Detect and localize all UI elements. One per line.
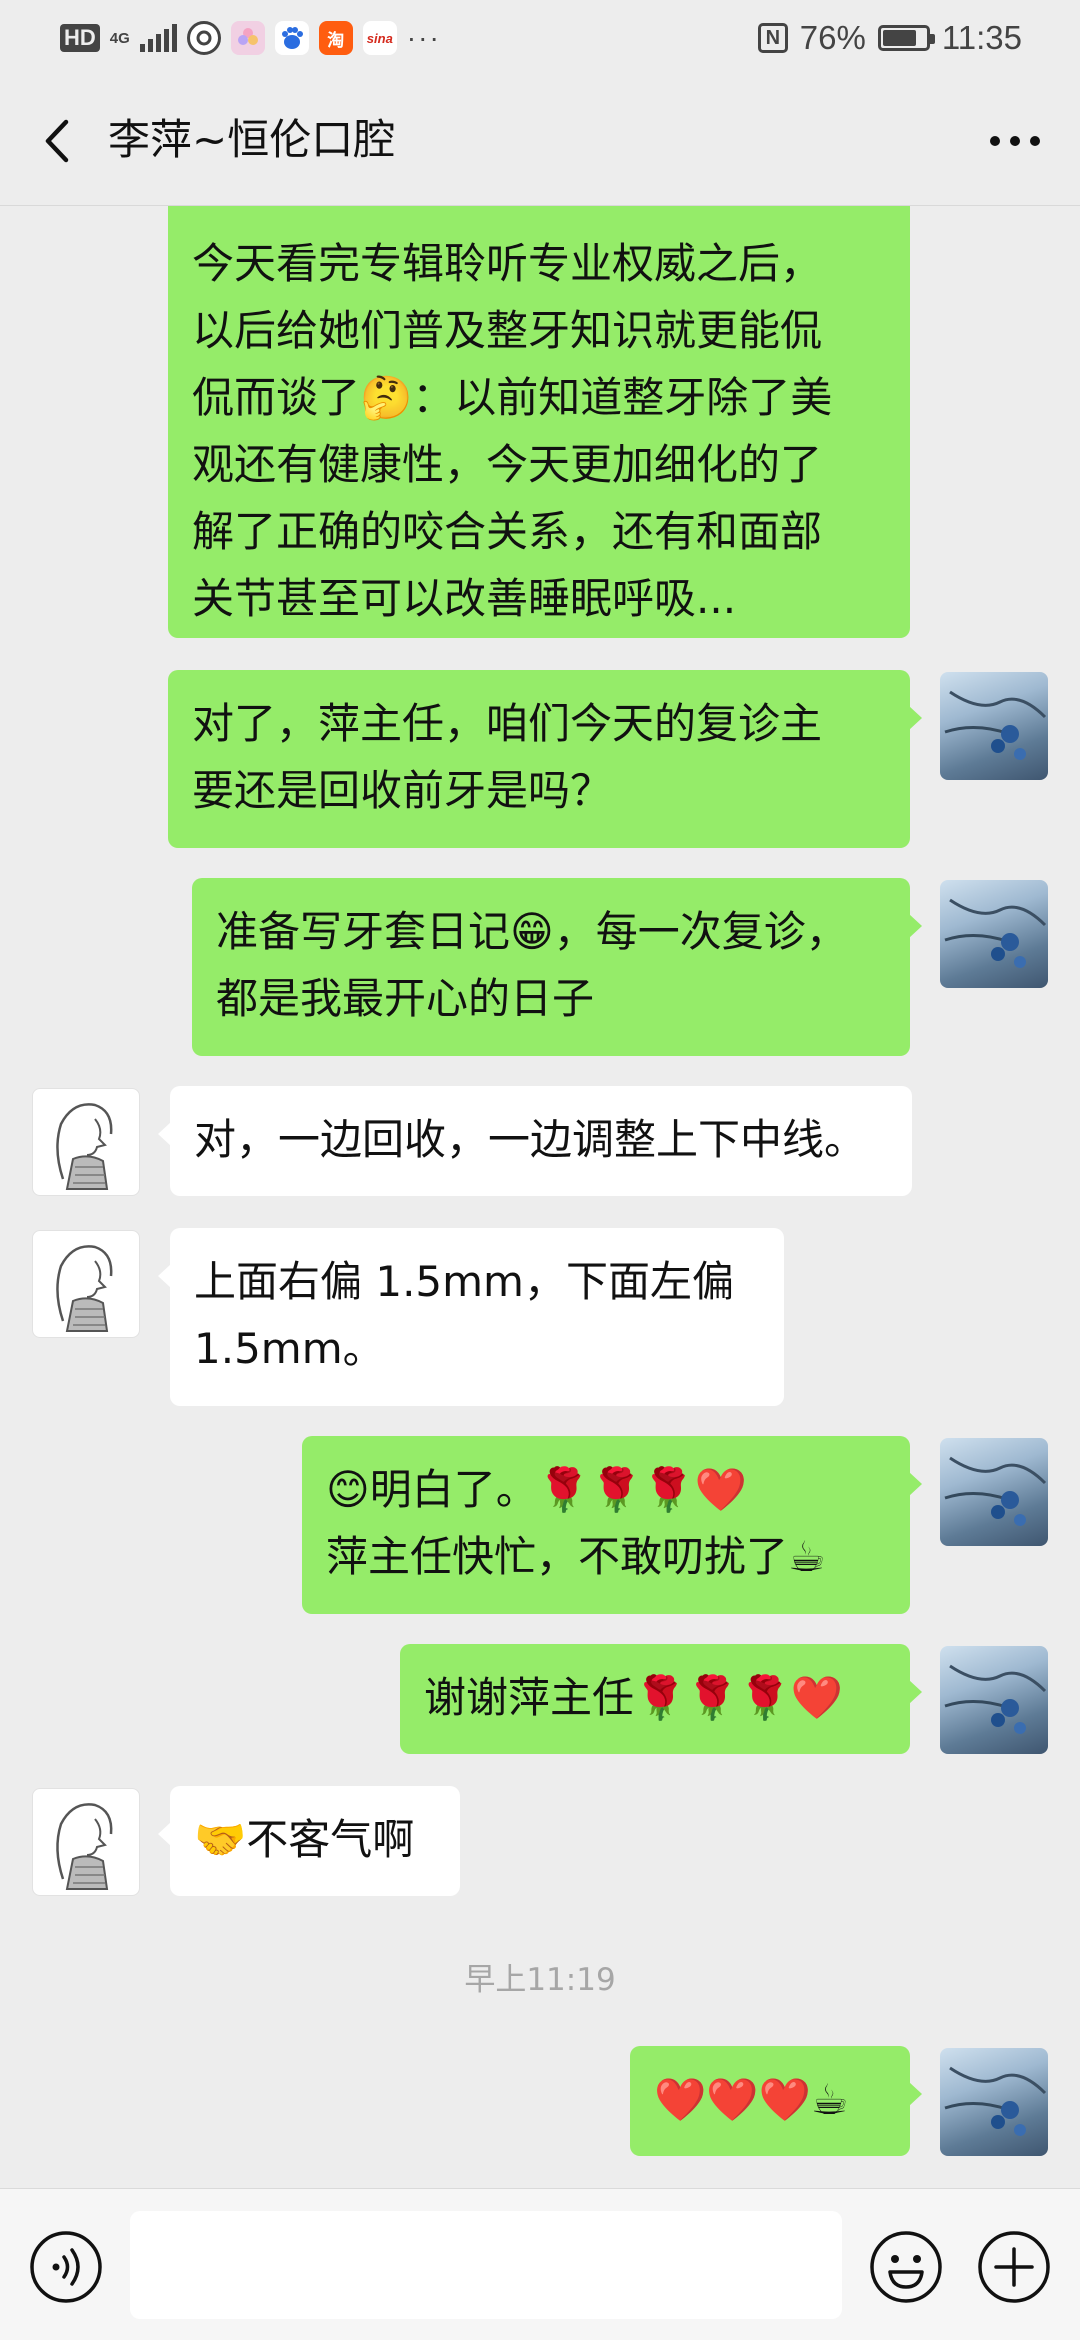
message-bubble-self[interactable]: 准备写牙套日记😁，每一次复诊， 都是我最开心的日子 (192, 878, 922, 1056)
chat-header: 李萍~恒伦口腔 (0, 76, 1080, 206)
sina-icon: sina (362, 21, 397, 55)
message-timestamp: 早上11:19 (464, 1962, 616, 1998)
input-bar (0, 2188, 1080, 2340)
message-bubble-self[interactable]: ❤️❤️❤️☕ (630, 2046, 922, 2156)
avatar-self[interactable] (940, 672, 1048, 780)
message-bubble-self[interactable]: 对了，萍主任，咱们今天的复诊主 要还是回收前牙是吗？ (168, 670, 922, 848)
network-type: 4G (109, 29, 130, 47)
avatar-other[interactable] (32, 1788, 140, 1896)
chat-title: 李萍~恒伦口腔 (108, 115, 396, 164)
back-arrow-icon[interactable] (32, 114, 86, 168)
nfc-icon: N (757, 23, 788, 53)
avatar-image (944, 1456, 1047, 1526)
avatar-image (944, 1664, 1047, 1734)
hd-indicator: HD (60, 24, 100, 52)
clock: 11:35 (941, 19, 1022, 56)
avatar-self[interactable] (940, 1438, 1048, 1546)
status-bar: HD 4G 淘 sina ··· N 76% 11:35 (0, 0, 1080, 76)
avatar-other[interactable] (32, 1230, 140, 1338)
avatar-other[interactable] (32, 1088, 140, 1196)
avatar-image (944, 2066, 1047, 2136)
message-bubble-self[interactable]: 今天看完专辑聆听专业权威之后， 以后给她们普及整牙知识就更能侃 侃而谈了🤔：以前… (168, 206, 910, 638)
avatar-sketch-image (56, 1103, 113, 1190)
message-list[interactable]: 今天看完专辑聆听专业权威之后， 以后给她们普及整牙知识就更能侃 侃而谈了🤔：以前… (0, 206, 1080, 2188)
message-bubble-other[interactable]: 上面右偏 1.5mm，下面左偏 1.5mm。 (158, 1228, 784, 1406)
add-more-icon[interactable] (976, 2229, 1052, 2305)
notification-overflow: ··· (406, 22, 441, 53)
battery-icon (877, 25, 935, 51)
avatar-image (944, 690, 1047, 760)
battery-percent: 76% (799, 19, 866, 56)
avatar-self[interactable] (940, 1646, 1048, 1754)
message-bubble-self[interactable]: 谢谢萍主任🌹🌹🌹❤️ (400, 1644, 922, 1754)
taobao-icon: 淘 (318, 21, 353, 55)
status-right: N 76% 11:35 (757, 16, 1022, 60)
weibo-circle-icon (186, 21, 221, 55)
message-input[interactable] (130, 2211, 842, 2319)
message-bubble-self[interactable]: 😊明白了。🌹🌹🌹❤️ 萍主任快忙，不敢叨扰了☕ (302, 1436, 922, 1614)
more-options-icon[interactable] (980, 116, 1050, 166)
photos-icon (230, 21, 265, 55)
baidu-icon (274, 21, 309, 55)
signal-icon (139, 24, 177, 52)
avatar-sketch-image (56, 1803, 113, 1890)
avatar-self[interactable] (940, 2048, 1048, 2156)
avatar-sketch-image (56, 1245, 113, 1332)
status-left: HD 4G 淘 sina ··· (60, 18, 441, 58)
voice-input-icon[interactable] (28, 2229, 104, 2305)
avatar-self[interactable] (940, 880, 1048, 988)
message-bubble-other[interactable]: 🤝不客气啊 (158, 1786, 460, 1896)
avatar-image (944, 898, 1047, 968)
message-bubble-other[interactable]: 对，一边回收，一边调整上下中线。 (158, 1086, 912, 1196)
emoji-icon[interactable] (868, 2229, 944, 2305)
